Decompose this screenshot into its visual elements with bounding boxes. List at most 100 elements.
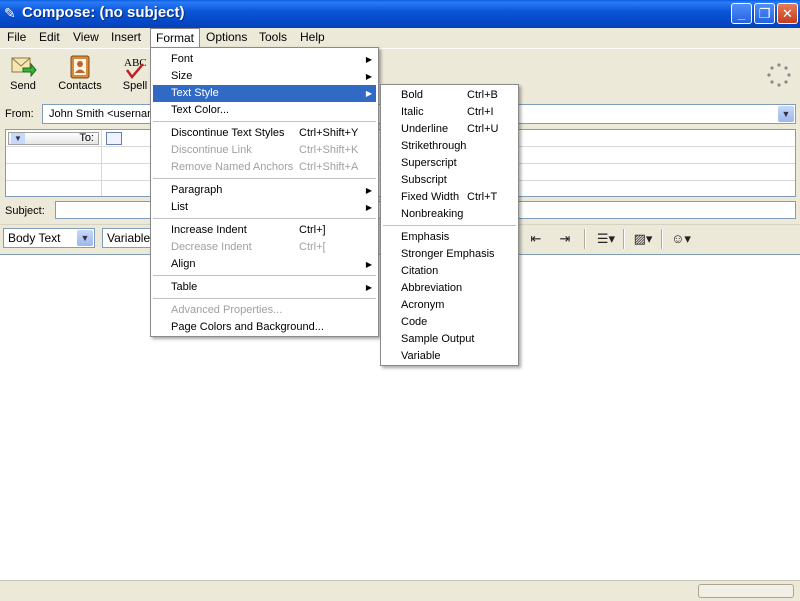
from-value: John Smith <usernam xyxy=(49,108,157,120)
maximize-button[interactable]: ❐ xyxy=(754,3,775,24)
submenu-arrow-icon: ▶ xyxy=(365,55,372,64)
menu-help[interactable]: Help xyxy=(295,28,330,46)
menu-item-text-color[interactable]: Text Color... xyxy=(153,102,376,119)
submenu-arrow-icon: ▶ xyxy=(365,72,372,81)
menu-item-shortcut: Ctrl+[ xyxy=(299,241,326,253)
menu-item-page-colors[interactable]: Page Colors and Background... xyxy=(153,319,376,336)
address-type-label: To: xyxy=(79,132,94,144)
address-type-chevron-icon: ▼ xyxy=(11,133,25,144)
menu-item-label: Font xyxy=(171,53,194,65)
menu-item-decrease-indent: Decrease Indent Ctrl+[ xyxy=(153,239,376,256)
from-dropdown-chevron-icon[interactable]: ▼ xyxy=(778,106,794,122)
increase-indent-icon[interactable]: ⇥ xyxy=(556,231,574,247)
address-type-select[interactable]: ▼ To: xyxy=(8,132,99,145)
menu-item-label: Decrease Indent xyxy=(171,241,252,253)
menu-item-bold[interactable]: Bold Ctrl+B xyxy=(383,87,516,104)
menu-item-table[interactable]: Table ▶ xyxy=(153,279,376,296)
menu-item-fixed-width[interactable]: Fixed Width Ctrl+T xyxy=(383,189,516,206)
submenu-arrow-icon: ▶ xyxy=(365,260,372,269)
menu-item-label: Discontinue Link xyxy=(171,144,252,156)
submenu-arrow-icon: ▶ xyxy=(365,283,372,292)
format-menu: Font ▶ Size ▶ Text Style ▶ Text Color... Di… xyxy=(150,47,379,337)
menu-item-list[interactable]: List ▶ xyxy=(153,199,376,216)
menu-item-label: Variable xyxy=(401,350,441,362)
menu-options[interactable]: Options xyxy=(201,28,252,46)
menu-separator xyxy=(153,218,376,219)
menu-item-align[interactable]: Align ▶ xyxy=(153,256,376,273)
menu-item-nonbreaking[interactable]: Nonbreaking xyxy=(383,206,516,223)
menu-format[interactable]: Format xyxy=(150,28,201,48)
menu-item-paragraph[interactable]: Paragraph ▶ xyxy=(153,182,376,199)
insert-image-icon[interactable]: ▨▾ xyxy=(628,231,658,247)
menu-item-italic[interactable]: Italic Ctrl+I xyxy=(383,104,516,121)
menu-item-citation[interactable]: Citation xyxy=(383,263,516,280)
menu-item-size[interactable]: Size ▶ xyxy=(153,68,376,85)
spell-button[interactable]: ABC Spell xyxy=(118,52,152,98)
send-button[interactable]: Send xyxy=(0,52,46,98)
menu-edit[interactable]: Edit xyxy=(34,28,65,46)
menu-item-label: Page Colors and Background... xyxy=(171,321,324,333)
menu-insert[interactable]: Insert xyxy=(106,28,146,46)
menu-tools[interactable]: Tools xyxy=(254,28,292,46)
menu-item-label: Align xyxy=(171,258,196,270)
menu-item-label: Size xyxy=(171,70,193,82)
menu-item-label: Advanced Properties... xyxy=(171,304,283,316)
menu-item-shortcut: Ctrl+I xyxy=(467,106,494,118)
menu-item-variable[interactable]: Variable xyxy=(383,348,516,365)
menu-item-label: Subscript xyxy=(401,174,447,186)
contacts-button[interactable]: Contacts xyxy=(57,52,103,98)
send-icon xyxy=(11,57,37,78)
menu-item-text-style[interactable]: Text Style ▶ xyxy=(153,85,376,102)
toolbar-separator xyxy=(623,229,625,249)
paragraph-style-value: Body Text xyxy=(8,231,61,245)
submenu-arrow-icon: ▶ xyxy=(365,89,372,98)
title-bar: ✎ Compose: (no subject) _ ❐ ✕ xyxy=(0,0,800,28)
menu-bar: File Edit View Insert Format Options Too… xyxy=(0,28,800,48)
menu-file[interactable]: File xyxy=(2,28,31,46)
menu-item-increase-indent[interactable]: Increase Indent Ctrl+] xyxy=(153,222,376,239)
window-title: Compose: (no subject) xyxy=(22,4,185,21)
menu-separator xyxy=(383,225,516,226)
menu-item-label: Fixed Width xyxy=(401,191,460,203)
contacts-label: Contacts xyxy=(58,80,102,92)
status-bar xyxy=(0,580,800,601)
font-value: Variable xyxy=(107,231,151,245)
menu-item-label: Table xyxy=(171,281,198,293)
menu-item-abbreviation[interactable]: Abbreviation xyxy=(383,280,516,297)
menu-item-label: Remove Named Anchors xyxy=(171,161,294,173)
menu-item-emphasis[interactable]: Emphasis xyxy=(383,229,516,246)
compose-app-icon: ✎ xyxy=(4,5,16,21)
menu-item-shortcut: Ctrl+B xyxy=(467,89,498,101)
subject-label: Subject: xyxy=(5,205,45,217)
menu-item-superscript[interactable]: Superscript xyxy=(383,155,516,172)
submenu-arrow-icon: ▶ xyxy=(365,186,372,195)
menu-item-subscript[interactable]: Subscript xyxy=(383,172,516,189)
menu-item-shortcut: Ctrl+U xyxy=(467,123,499,135)
menu-item-font[interactable]: Font ▶ xyxy=(153,51,376,68)
menu-item-label: Nonbreaking xyxy=(401,208,464,220)
menu-item-underline[interactable]: Underline Ctrl+U xyxy=(383,121,516,138)
menu-item-label: Increase Indent xyxy=(171,224,247,236)
text-style-submenu: Bold Ctrl+B Italic Ctrl+I Underline Ctrl+U … xyxy=(380,84,519,366)
menu-item-remove-named-anchors: Remove Named Anchors Ctrl+Shift+A xyxy=(153,159,376,176)
spell-label: Spell xyxy=(122,80,148,92)
menu-item-shortcut: Ctrl+Shift+Y xyxy=(299,127,359,139)
toolbar-separator xyxy=(584,229,586,249)
align-menu-icon[interactable]: ☰▾ xyxy=(592,231,620,247)
menu-item-shortcut: Ctrl+Shift+A xyxy=(299,161,359,173)
menu-item-acronym[interactable]: Acronym xyxy=(383,297,516,314)
menu-item-sample-output[interactable]: Sample Output xyxy=(383,331,516,348)
grid-divider xyxy=(101,130,102,196)
menu-item-stronger-emphasis[interactable]: Stronger Emphasis xyxy=(383,246,516,263)
menu-item-strikethrough[interactable]: Strikethrough xyxy=(383,138,516,155)
menu-view[interactable]: View xyxy=(68,28,104,46)
menu-item-code[interactable]: Code xyxy=(383,314,516,331)
paragraph-style-select[interactable]: Body Text ▼ xyxy=(3,228,95,248)
minimize-button[interactable]: _ xyxy=(731,3,752,24)
smiley-icon[interactable]: ☺▾ xyxy=(666,231,696,247)
from-label: From: xyxy=(5,108,34,120)
decrease-indent-icon[interactable]: ⇤ xyxy=(527,231,545,247)
menu-item-discontinue-text-styles[interactable]: Discontinue Text Styles Ctrl+Shift+Y xyxy=(153,125,376,142)
activity-throbber-icon xyxy=(767,63,791,87)
close-button[interactable]: ✕ xyxy=(777,3,798,24)
